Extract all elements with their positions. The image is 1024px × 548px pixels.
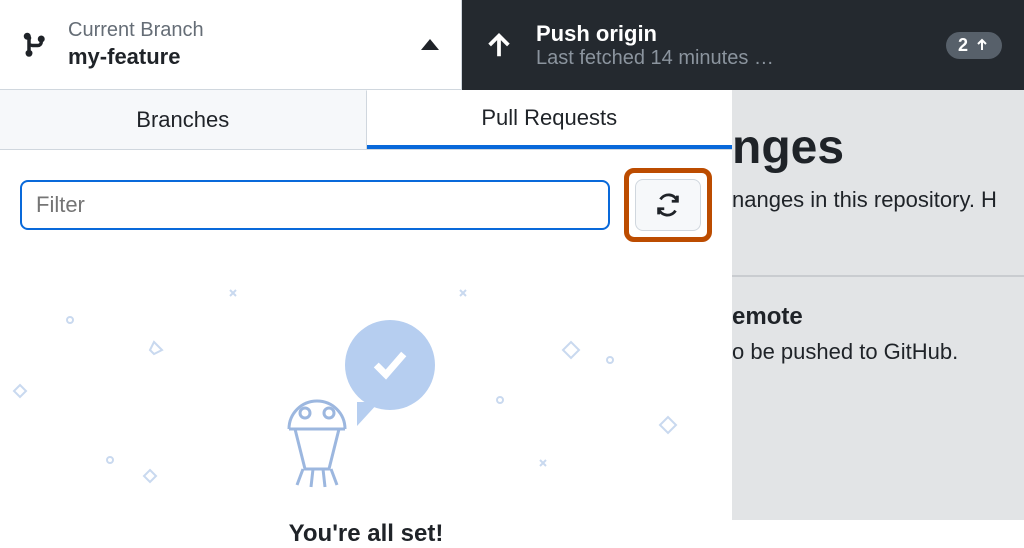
current-branch-selector[interactable]: Current Branch my-feature: [0, 0, 462, 90]
rp-heading: nges: [732, 90, 1024, 183]
arrow-up-icon: [974, 37, 990, 53]
branch-name: my-feature: [68, 44, 421, 70]
rp-divider: [732, 275, 1024, 277]
push-title: Push origin: [536, 21, 946, 47]
rp-section-title: emote: [732, 303, 1024, 331]
upload-arrow-icon: [484, 30, 514, 60]
git-branch-icon: [22, 31, 50, 59]
sync-icon: [653, 190, 683, 220]
tab-branches[interactable]: Branches: [0, 90, 367, 149]
push-subtitle: Last fetched 14 minutes …: [536, 47, 946, 70]
filter-input[interactable]: [20, 180, 610, 230]
push-count-badge: 2: [946, 32, 1002, 59]
rp-subtext: nanges in this repository. H: [732, 183, 1024, 213]
caret-up-icon: [421, 39, 439, 50]
robot-icon: [275, 385, 359, 495]
refresh-highlight: [624, 168, 712, 242]
push-count: 2: [958, 35, 968, 56]
obscured-right-panel: nges nanges in this repository. H emote …: [732, 90, 1024, 520]
empty-state: You're all set!: [0, 260, 732, 548]
empty-state-title: You're all set!: [0, 520, 732, 548]
push-origin-button[interactable]: Push origin Last fetched 14 minutes … 2: [462, 0, 1024, 90]
refresh-button[interactable]: [635, 179, 701, 231]
rp-section-text: o be pushed to GitHub.: [732, 339, 1024, 365]
branch-label: Current Branch: [68, 19, 421, 42]
tab-pull-requests[interactable]: Pull Requests: [367, 90, 733, 149]
